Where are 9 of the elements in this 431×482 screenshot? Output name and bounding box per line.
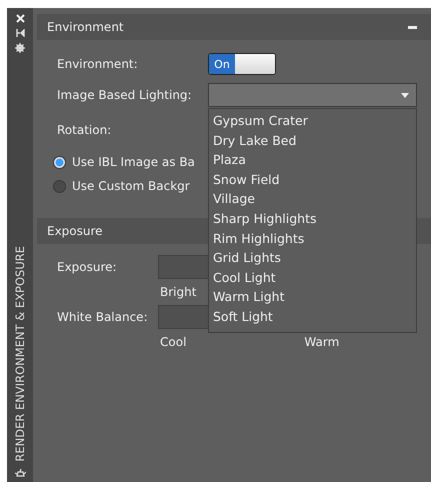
- field-label: Environment:: [57, 57, 139, 71]
- field-label: Image Based Lighting:: [57, 88, 193, 102]
- slider-end-label: Cool: [160, 335, 186, 349]
- field-label: White Balance:: [57, 310, 149, 324]
- field-label: Exposure:: [57, 260, 118, 274]
- field-label: Rotation:: [57, 123, 112, 137]
- palette-title: RENDER ENVIRONMENT & EXPOSURE: [13, 246, 27, 462]
- slider-end-label: Warm: [304, 335, 340, 349]
- slider-end-label: Bright: [160, 285, 196, 299]
